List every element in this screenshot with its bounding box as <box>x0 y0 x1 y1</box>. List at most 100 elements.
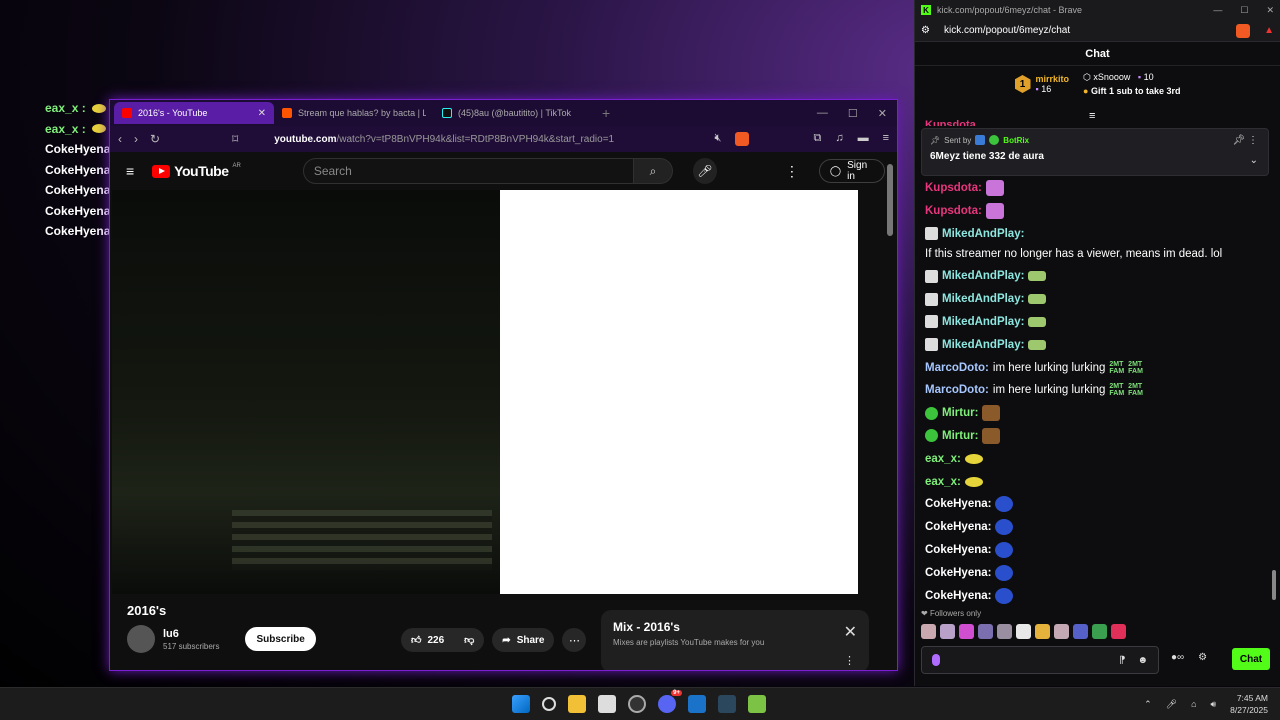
chat-username[interactable]: Kupsdota: <box>925 203 982 219</box>
microphone-icon[interactable]: 🎤︎ <box>692 158 717 184</box>
maximize-icon[interactable]: ☐ <box>1240 5 1248 16</box>
chatgpt-icon[interactable] <box>628 695 646 713</box>
hamburger-menu-icon[interactable]: ≡ <box>126 163 134 179</box>
chevron-down-icon[interactable]: ⌄ <box>1250 155 1258 166</box>
emote-icon[interactable] <box>921 624 936 639</box>
menu-icon[interactable]: ≡ <box>883 132 889 146</box>
wallet-icon[interactable]: ▬ <box>858 132 869 146</box>
emoji-icon[interactable]: ☻ <box>1137 655 1148 666</box>
media-icon[interactable]: ♫ <box>835 132 843 146</box>
chat-username[interactable]: Mirtur: <box>942 428 978 444</box>
channel-name[interactable]: lu6 <box>163 628 219 640</box>
chat-username[interactable]: CokeHyena: <box>925 542 991 558</box>
translate-icon[interactable]: ⁋ <box>1119 655 1125 666</box>
emote-icon[interactable] <box>1092 624 1107 639</box>
close-window-icon[interactable]: ✕ <box>1266 5 1274 16</box>
windows-start-icon[interactable] <box>512 695 530 713</box>
brave-shields-icon[interactable] <box>735 132 750 146</box>
second-gifter[interactable]: ⬡ xSnooow ▪ 10 <box>1083 72 1180 83</box>
top-gifter-name[interactable]: mirrkito <box>1036 74 1070 84</box>
search-icon[interactable] <box>542 697 556 711</box>
brave-shields-icon[interactable] <box>1236 23 1251 38</box>
close-tab-icon[interactable]: ✕ <box>258 108 266 119</box>
volume-icon[interactable]: 🔊︎ <box>1211 699 1217 710</box>
more-actions-icon[interactable]: ⋯ <box>562 628 587 652</box>
bookmark-icon[interactable]: ⌑ <box>232 132 238 146</box>
chat-username[interactable]: MikedAndPlay: <box>942 268 1024 284</box>
search-input[interactable]: Search <box>302 158 635 184</box>
more-options-icon[interactable]: ⋮ <box>785 163 799 180</box>
microphone-icon[interactable] <box>932 654 940 666</box>
microphone-icon[interactable]: 🎤︎ <box>1166 699 1177 710</box>
minimize-icon[interactable]: — <box>1213 5 1222 16</box>
mix-more-icon[interactable]: ⋮ <box>844 654 855 667</box>
forward-icon[interactable]: › <box>134 132 138 146</box>
chat-username[interactable]: MikedAndPlay: <box>942 337 1024 353</box>
emote-icon[interactable] <box>1016 624 1031 639</box>
minimize-icon[interactable]: — <box>817 107 828 120</box>
emote-icon[interactable] <box>1035 624 1050 639</box>
chat-message-input[interactable]: ⁋ ☻ <box>921 646 1159 674</box>
chat-scrollbar[interactable] <box>1272 570 1276 600</box>
chat-username[interactable]: CokeHyena: <box>925 519 991 535</box>
emote-icon[interactable] <box>959 624 974 639</box>
clock[interactable]: 7:45 AM 8/27/2025 <box>1230 692 1268 716</box>
share-button[interactable]: ➦ Share <box>492 628 555 652</box>
chat-username[interactable]: Kupsdota: <box>925 180 982 196</box>
emote-icon[interactable] <box>997 624 1012 639</box>
tab-tiktok[interactable]: (45)8au (@bautitito) | TikTok <box>434 102 594 124</box>
tool-icon[interactable] <box>688 695 706 713</box>
chat-username[interactable]: CokeHyena: <box>925 565 991 581</box>
search-icon[interactable]: ⌕ <box>634 158 673 184</box>
chat-username[interactable]: CokeHyena: <box>925 496 991 512</box>
emote-icon[interactable] <box>978 624 993 639</box>
filter-icon[interactable]: ≡ <box>1089 110 1095 122</box>
url-field[interactable]: youtube.com/watch?v=tP8BnVPH94k&list=RDt… <box>274 134 702 145</box>
close-window-icon[interactable]: ✕ <box>878 107 887 120</box>
subscribe-button[interactable]: Subscribe <box>245 627 316 651</box>
discord-icon[interactable]: 9+ <box>658 690 682 713</box>
file-explorer-icon[interactable] <box>568 695 586 713</box>
chat-username[interactable]: MikedAndPlay: <box>942 314 1024 330</box>
send-chat-button[interactable]: Chat <box>1232 648 1270 670</box>
settings-gear-icon[interactable]: ⚙ <box>1198 652 1207 663</box>
tab-soundcloud[interactable]: Stream que hablas? by bacta | Listen <box>274 102 434 124</box>
sign-in-button[interactable]: ◯ Sign in <box>818 159 885 183</box>
microsoft-store-icon[interactable] <box>598 695 616 713</box>
emote-icon[interactable] <box>940 624 955 639</box>
video-player[interactable] <box>112 190 858 594</box>
kick-points-icon[interactable]: ●∞ <box>1171 652 1184 663</box>
app-icon[interactable] <box>748 695 766 713</box>
chevron-up-icon[interactable]: ⌃ <box>1144 699 1152 710</box>
sidebar-icon[interactable]: ⧉ <box>813 132 821 146</box>
emote-icon[interactable] <box>1073 624 1088 639</box>
chat-username[interactable]: MikedAndPlay: <box>942 226 1024 242</box>
chat-username[interactable]: eax_x: <box>925 474 961 490</box>
chat-username[interactable]: MarcoDoto: <box>925 360 989 376</box>
chat-username[interactable]: Mirtur: <box>942 405 978 421</box>
new-tab-button[interactable]: + <box>602 105 610 121</box>
chat-username[interactable]: CokeHyena: <box>925 588 991 604</box>
like-button[interactable]: 👍︎ 226 👎︎ <box>401 628 485 652</box>
back-icon[interactable]: ‹ <box>118 132 122 146</box>
close-icon[interactable]: ✕ <box>844 622 857 642</box>
pin-action-icon[interactable]: 📌︎ ⋮ <box>1233 135 1258 146</box>
emote-icon[interactable] <box>1054 624 1069 639</box>
thumbs-down-icon[interactable]: 👎︎ <box>464 634 474 646</box>
mute-icon[interactable]: 🔇︎ <box>715 132 722 146</box>
maximize-icon[interactable]: ☐ <box>848 107 858 120</box>
emote-icon[interactable] <box>1111 624 1126 639</box>
gift-cta[interactable]: ● Gift 1 sub to take 3rd <box>1083 86 1180 96</box>
pinned-author[interactable]: BotRix <box>1003 136 1029 145</box>
avatar[interactable] <box>127 625 155 653</box>
reload-icon[interactable]: ↻ <box>150 132 160 146</box>
tab-youtube[interactable]: 2016's - YouTube ✕ <box>114 102 274 124</box>
youtube-logo[interactable]: YouTube AR <box>152 163 241 179</box>
page-scrollbar[interactable] <box>887 164 893 236</box>
rewards-icon[interactable]: ▲ <box>1264 25 1274 36</box>
site-info-icon[interactable]: ⚙ <box>921 25 930 36</box>
chat-url[interactable]: kick.com/popout/6meyz/chat <box>944 25 1070 36</box>
network-icon[interactable]: ⌂ <box>1191 699 1196 709</box>
chat-username[interactable]: MikedAndPlay: <box>942 291 1024 307</box>
steam-icon[interactable] <box>718 695 736 713</box>
